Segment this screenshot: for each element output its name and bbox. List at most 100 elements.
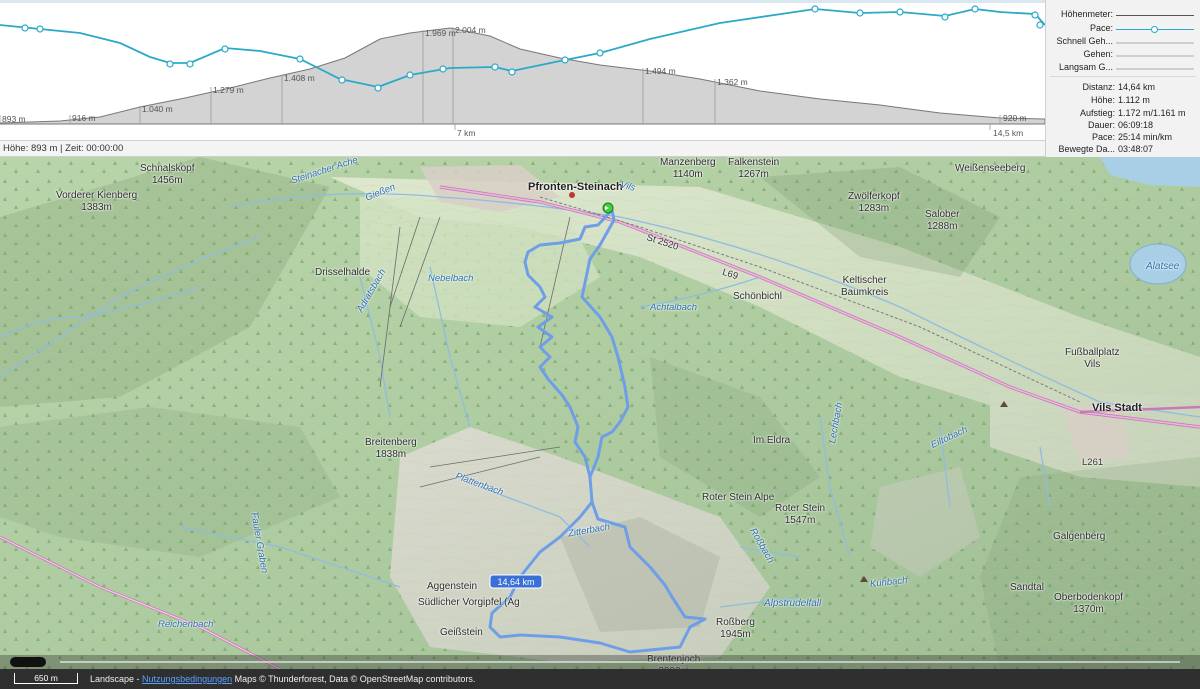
pace-point: [491, 63, 499, 71]
stat-key: Höhe:: [1090, 95, 1115, 105]
map-footer: 650 m Landscape - Nutzungsbedingungen Ma…: [0, 669, 1200, 689]
pace-point: [221, 45, 229, 53]
attribution-prefix: Landscape -: [90, 674, 143, 684]
legend-swatch: [1116, 42, 1194, 44]
map-label-peak: Oberbodenkopf 1370m: [1054, 592, 1123, 615]
legend-item-schnell-gehen[interactable]: Schnell Geh...: [1046, 36, 1200, 48]
attribution-suffix: Maps © Thunderforest, Data © OpenStreetM…: [232, 674, 476, 684]
terms-link[interactable]: Nutzungsbedingungen: [142, 674, 232, 684]
elevation-label: 916 m: [72, 113, 96, 123]
stat-pace: Pace: 25:14 min/km: [1046, 132, 1200, 144]
pace-point: [296, 55, 304, 63]
map-label-peak: Breitenberg 1838m: [365, 437, 417, 460]
pace-point: [439, 65, 447, 73]
pace-point: [36, 25, 44, 33]
elevation-label: 1.969 m: [425, 28, 456, 38]
map-label-peak: Weißenseeberg: [955, 163, 1026, 174]
map-label-water: Alatsee: [1146, 261, 1180, 272]
zoom-handle[interactable]: [10, 657, 46, 667]
map-label-place: Keltischer Baumkreis: [841, 275, 889, 298]
stat-key: Bewegte Da...: [1058, 144, 1115, 154]
map-label-town: Pfronten-Steinach: [528, 181, 623, 193]
profile-status: Höhe: 893 m | Zeit: 00:00:00: [0, 140, 1045, 157]
elevation-label: 1.494 m: [645, 66, 676, 76]
map-label-peak: Vorderer Kienberg 1383m: [56, 190, 138, 213]
stat-key: Distanz:: [1082, 82, 1115, 92]
map-label-place: Sandtal: [1010, 582, 1044, 593]
legend-label: Höhenmeter:: [1060, 9, 1113, 19]
pace-point: [896, 8, 904, 16]
map-label-stream: Reichenbach: [158, 619, 214, 630]
pace-point: [508, 68, 516, 76]
map-label-town: Vils Stadt: [1092, 402, 1142, 414]
legend-item-hoehenmeter[interactable]: Höhenmeter:: [1046, 9, 1200, 21]
stat-dauer: Dauer: 06:09:18: [1046, 120, 1200, 132]
stat-distanz: Distanz: 14,64 km: [1046, 82, 1200, 94]
elevation-label: 920 m: [1003, 113, 1027, 123]
legend-label: Schnell Geh...: [1056, 36, 1113, 46]
legend-label: Langsam G...: [1058, 62, 1113, 72]
map-label-peak: Geißstein: [440, 627, 483, 638]
scale-bar: 650 m: [14, 673, 78, 684]
stat-value: 03:48:07: [1118, 144, 1154, 154]
stat-aufstieg: Aufstieg: 1.172 m/1.161 m: [1046, 108, 1200, 120]
topo-map[interactable]: 14,64 km Schnalskopf 1456m Vorderer Kienb…: [0, 157, 1200, 669]
map-label-stream: Nebelbach: [428, 273, 474, 284]
map-label-peak: Schnalskopf 1456m: [140, 163, 195, 186]
stats-panel: Höhenmeter: Pace: Schnell Geh... Gehen: …: [1045, 0, 1200, 157]
legend-swatch: [1116, 55, 1194, 57]
map-label-water: Alpstrudelfall: [764, 598, 822, 609]
zoom-track[interactable]: [60, 661, 1180, 663]
stat-key: Aufstieg:: [1079, 108, 1115, 118]
elevation-chart[interactable]: 893 m 916 m 1.040 m 1.279 m 1.408 m 1.96…: [0, 3, 1045, 140]
pace-point: [971, 5, 979, 13]
elevation-label: 1.362 m: [717, 77, 748, 87]
map-label-peak: Roter Stein 1547m: [775, 503, 826, 526]
map-label-place: Drisselhalde: [315, 267, 371, 278]
scale-label: 650 m: [34, 673, 58, 683]
stat-value: 1.112 m: [1118, 95, 1150, 105]
legend-item-gehen[interactable]: Gehen:: [1046, 49, 1200, 61]
legend-marker-icon: [1151, 26, 1158, 33]
pace-point: [374, 84, 382, 92]
map-label-peak: Aggenstein: [427, 581, 478, 592]
pace-point: [166, 60, 174, 68]
stat-bewegte-dauer: Bewegte Da... 03:48:07: [1046, 144, 1200, 156]
map-label-stream: Achtalbach: [650, 302, 698, 313]
map-label-peak: Salober 1288m: [925, 209, 960, 232]
map-label-place: Fußballplatz Vils: [1065, 347, 1120, 370]
map-label-place: Roter Stein Alpe: [702, 492, 775, 503]
stat-value: 25:14 min/km: [1118, 132, 1173, 142]
pace-point: [811, 5, 819, 13]
elevation-label: 893 m: [2, 114, 26, 124]
route-distance-text: 14,64 km: [497, 577, 534, 587]
attribution: Landscape - Nutzungsbedingungen Maps © T…: [90, 669, 475, 689]
stat-value: 06:09:18: [1118, 120, 1154, 130]
legend-swatch: [1116, 68, 1194, 70]
legend-label: Gehen:: [1083, 49, 1113, 59]
pace-point: [596, 49, 604, 57]
stat-hoehe: Höhe: 1.112 m: [1046, 95, 1200, 107]
divider: [1050, 76, 1196, 77]
legend-item-langsam-gehen[interactable]: Langsam G...: [1046, 62, 1200, 74]
pace-point: [1031, 11, 1039, 19]
map-label-peak: Südlicher Vorgipfel (Ag: [418, 597, 520, 608]
elevation-label: 2.004 m: [455, 25, 486, 35]
map-label-road: L261: [1082, 457, 1104, 468]
elevation-label: 1.408 m: [284, 73, 315, 83]
distance-label: 14,5 km: [993, 128, 1023, 138]
legend-swatch: [1116, 15, 1194, 16]
elevation-label: 1.279 m: [213, 85, 244, 95]
elevation-profile[interactable]: 893 m 916 m 1.040 m 1.279 m 1.408 m 1.96…: [0, 0, 1045, 140]
pace-point: [561, 56, 569, 64]
distance-label: 7 km: [457, 128, 475, 138]
pace-point: [941, 13, 949, 21]
map-label-peak: Roßberg 1945m: [716, 617, 755, 640]
pace-point: [406, 71, 414, 79]
map-label-peak: Galgenberg: [1053, 531, 1106, 542]
map-label-peak: Manzenberg 1140m: [660, 157, 716, 180]
map-label-place: Schönbichl: [733, 291, 782, 302]
map-label-peak: Falkenstein 1267m: [728, 157, 780, 180]
legend-item-pace[interactable]: Pace:: [1046, 23, 1200, 35]
legend-label: Pace:: [1089, 23, 1113, 33]
